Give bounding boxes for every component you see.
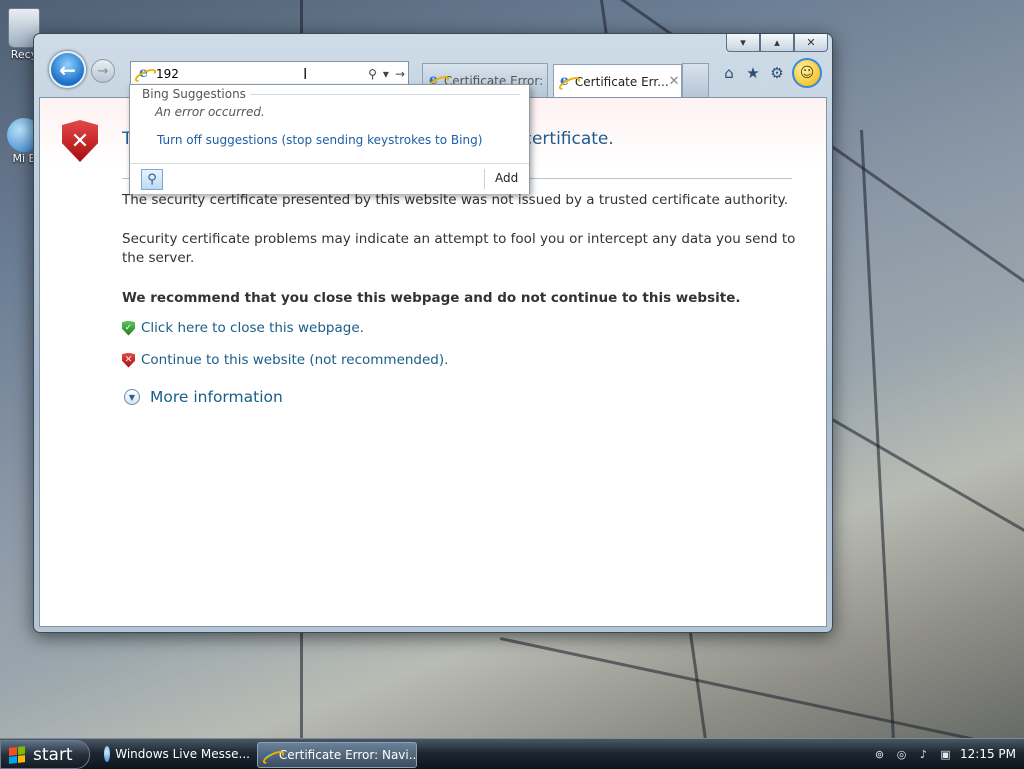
command-toolbar: ⌂ ★ ⚙ ☺ [720, 58, 822, 88]
maximize-button[interactable]: ▴ [760, 34, 794, 52]
tab-certificate-error-2[interactable]: e Certificate Err... ✕ [553, 64, 682, 98]
smiley-feedback-icon[interactable]: ☺ [792, 58, 822, 88]
address-input[interactable]: 192 [156, 67, 365, 81]
messenger-icon [104, 746, 111, 762]
ie-page-icon: e [264, 746, 273, 763]
forward-button[interactable]: → [91, 59, 115, 83]
chevron-up-icon[interactable]: ⊚ [872, 747, 887, 762]
taskbar-item-label: Windows Live Messe... [115, 747, 250, 761]
address-suggestions-dropdown: Bing Suggestions An error occurred. Turn… [129, 84, 530, 194]
suggestions-header-rule [238, 94, 520, 95]
tab-close-icon[interactable]: ✕ [669, 74, 680, 89]
windows-logo-icon [9, 745, 25, 764]
search-provider-icon[interactable]: ⚲ [141, 169, 163, 190]
taskbar-item-messenger[interactable]: Windows Live Messe... [100, 742, 250, 766]
system-tray: ⊚ ◎ ♪ ▣ 12:15 PM [872, 739, 1024, 769]
network-icon[interactable]: ◎ [894, 747, 909, 762]
forward-arrow-icon: → [97, 63, 109, 79]
recommendation-text: We recommend that you close this webpage… [122, 290, 741, 306]
red-shield-icon: ✕ [122, 352, 135, 368]
dropdown-arrow-icon[interactable]: ▾ [383, 67, 389, 81]
start-label: start [33, 744, 73, 765]
suggestions-header: Bing Suggestions [142, 87, 250, 101]
error-shield-icon: ✕ [62, 120, 98, 162]
paragraph-warning: Security certificate problems may indica… [122, 231, 796, 266]
start-button[interactable]: start [0, 740, 90, 769]
home-icon[interactable]: ⌂ [720, 64, 738, 82]
suggestions-error: An error occurred. [155, 105, 265, 119]
volume-muted-icon[interactable]: ♪ [916, 747, 931, 762]
caption-buttons: ▾ ▴ ✕ [726, 34, 828, 52]
new-tab-button[interactable] [682, 63, 709, 97]
ie-page-icon: e [560, 73, 569, 89]
taskbar: start Windows Live Messe... e Certificat… [0, 738, 1024, 769]
taskbar-item-certificate-error[interactable]: e Certificate Error: Navi... [257, 742, 417, 768]
address-bar[interactable]: e 192 I ⚲ ▾ → [130, 61, 409, 86]
more-information-label[interactable]: More information [150, 388, 283, 406]
add-divider [484, 169, 485, 189]
continue-website-label[interactable]: Continue to this website (not recommende… [141, 352, 448, 368]
suggestions-footer: ⚲ Add [130, 163, 529, 194]
turn-off-suggestions-link[interactable]: Turn off suggestions (stop sending keyst… [157, 133, 482, 147]
more-information-toggle[interactable]: ▼ More information [124, 388, 283, 406]
continue-website-link[interactable]: ✕ Continue to this website (not recommen… [122, 352, 448, 368]
chevron-down-icon: ▼ [124, 389, 140, 405]
wallpaper-beam [830, 417, 1024, 550]
close-webpage-label[interactable]: Click here to close this webpage. [141, 320, 364, 336]
tab-label: Certificate Err... [574, 74, 669, 89]
minimize-button[interactable]: ▾ [726, 34, 760, 52]
green-shield-icon: ✓ [122, 320, 135, 336]
ie-page-icon: e [136, 66, 151, 81]
clock[interactable]: 12:15 PM [960, 747, 1016, 761]
add-provider-button[interactable]: Add [495, 171, 518, 185]
close-window-button[interactable]: ✕ [794, 34, 828, 52]
action-center-icon[interactable]: ▣ [938, 747, 953, 762]
text-cursor-icon: I [303, 65, 308, 83]
back-button[interactable]: ← [49, 51, 86, 88]
close-webpage-link[interactable]: ✓ Click here to close this webpage. [122, 320, 364, 336]
gear-icon[interactable]: ⚙ [768, 64, 786, 82]
search-icon[interactable]: ⚲ [368, 67, 377, 81]
go-arrow-icon[interactable]: → [395, 67, 405, 81]
taskbar-item-label: Certificate Error: Navi... [278, 748, 417, 762]
back-arrow-icon: ← [59, 57, 76, 82]
favorites-star-icon[interactable]: ★ [744, 64, 762, 82]
